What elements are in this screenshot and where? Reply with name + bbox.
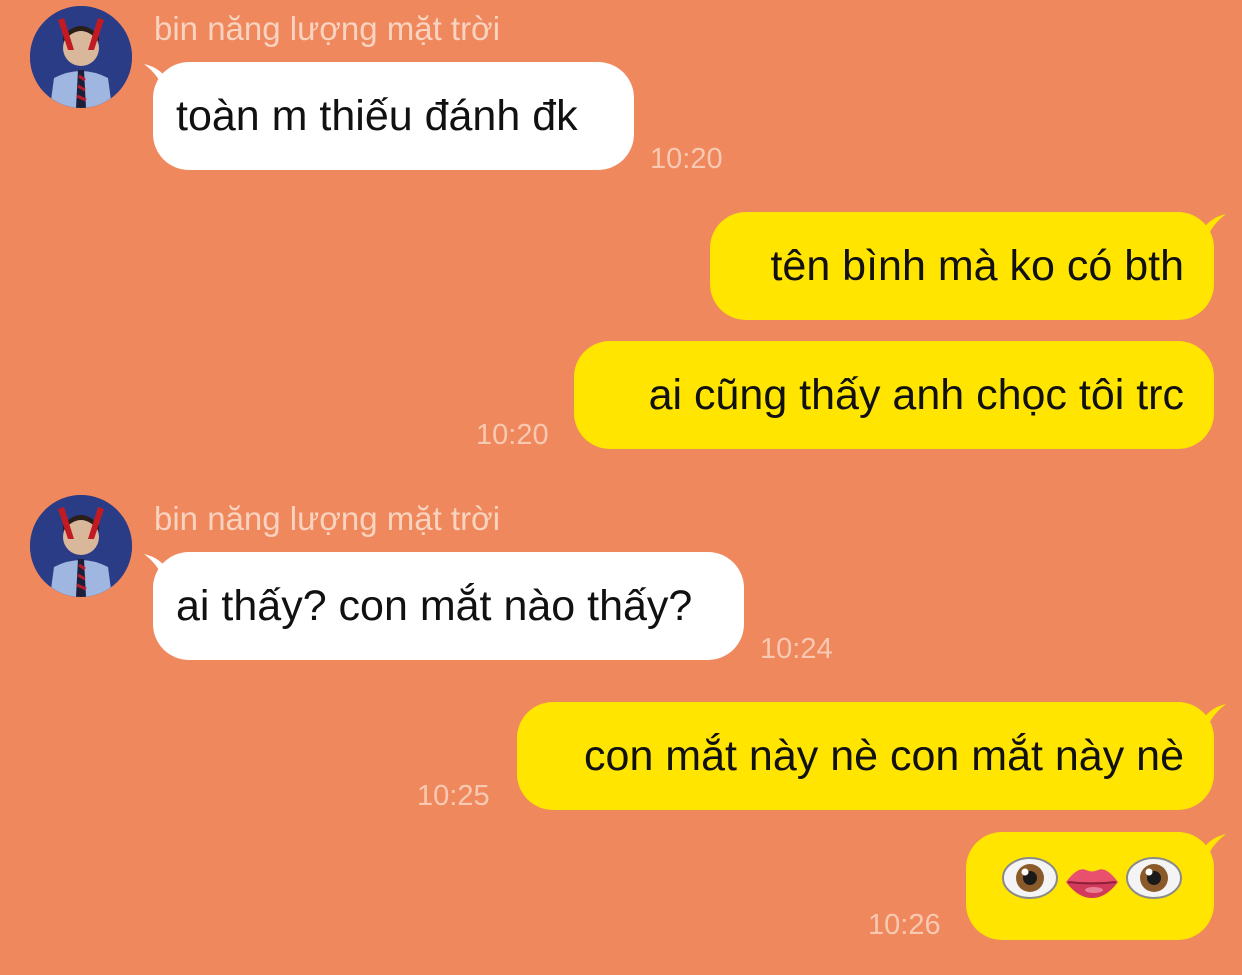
message-bubble-outgoing-emoji[interactable]: [966, 832, 1214, 940]
message-text: ai thấy? con mắt nào thấy?: [176, 582, 693, 630]
eye-icon: [1126, 832, 1182, 940]
message-text: tên bình mà ko có bth: [770, 242, 1184, 290]
sender-name: bin năng lượng mặt trời: [154, 10, 501, 47]
sender-avatar[interactable]: [30, 6, 132, 108]
eye-icon: [1002, 832, 1058, 940]
sender-name: bin năng lượng mặt trời: [154, 500, 501, 537]
message-text: con mắt này nè con mắt này nè: [584, 732, 1184, 780]
message-timestamp: 10:20: [650, 143, 723, 175]
avatar-photo-icon: [30, 495, 132, 597]
sender-avatar[interactable]: [30, 495, 132, 597]
message-timestamp: 10:24: [760, 633, 833, 665]
message-timestamp: 10:20: [476, 419, 549, 451]
lips-icon: [1064, 832, 1120, 940]
message-bubble-outgoing[interactable]: ai cũng thấy anh chọc tôi trc: [574, 341, 1214, 449]
message-bubble-outgoing[interactable]: tên bình mà ko có bth: [710, 212, 1214, 320]
message-text: ai cũng thấy anh chọc tôi trc: [648, 371, 1184, 419]
message-bubble-outgoing[interactable]: con mắt này nè con mắt này nè: [517, 702, 1214, 810]
avatar-photo-icon: [30, 6, 132, 108]
message-timestamp: 10:26: [868, 909, 941, 941]
message-bubble-incoming[interactable]: ai thấy? con mắt nào thấy?: [153, 552, 744, 660]
message-text: toàn m thiếu đánh đk: [176, 92, 578, 140]
message-bubble-incoming[interactable]: toàn m thiếu đánh đk: [153, 62, 634, 170]
message-timestamp: 10:25: [417, 780, 490, 812]
